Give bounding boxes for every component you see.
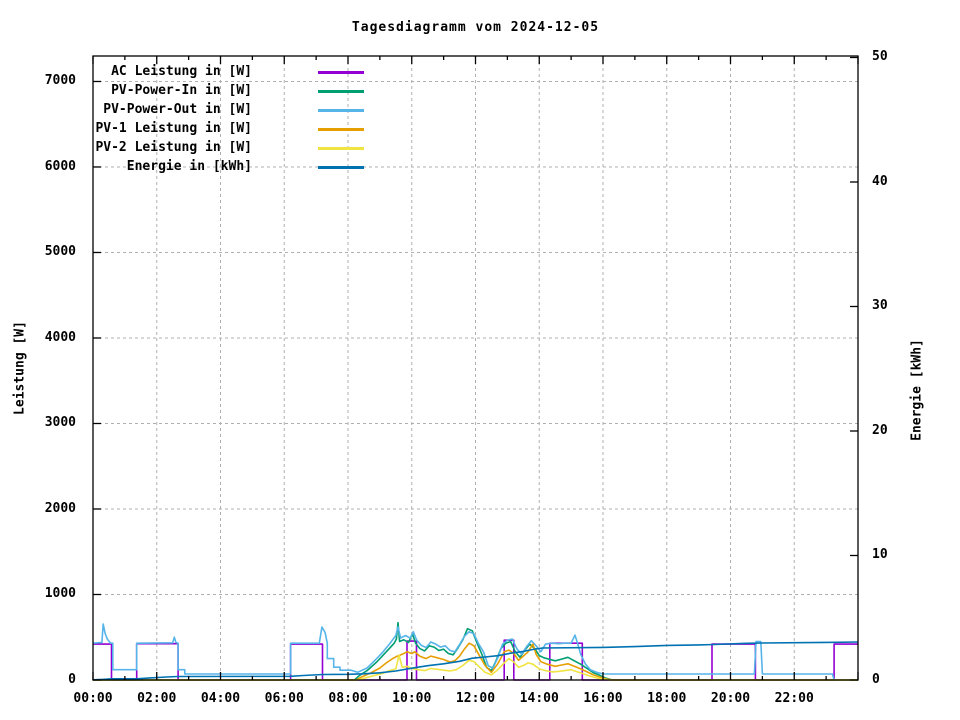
left-tick-label: 0 xyxy=(68,672,76,687)
x-tick-label: 10:00 xyxy=(392,691,432,706)
legend-line-sample xyxy=(318,147,364,150)
right-tick-label: 50 xyxy=(872,49,888,65)
x-tick-label: 22:00 xyxy=(774,691,814,706)
left-tick-label: 5000 xyxy=(44,244,76,260)
legend-label: PV-Power-In in [W] xyxy=(111,83,252,98)
left-axis-title: Leistung [W] xyxy=(12,321,28,415)
tagesdiagramm-chart: Tagesdiagramm vom 2024-12-05 AC Leistung… xyxy=(0,0,960,720)
legend-line-sample xyxy=(318,109,364,112)
legend-label: AC Leistung in [W] xyxy=(111,64,252,79)
legend-label: PV-1 Leistung in [W] xyxy=(95,121,252,136)
legend-label: Energie in [kWh] xyxy=(126,159,252,174)
x-tick-label: 12:00 xyxy=(455,691,496,706)
right-axis-title: Energie [kWh] xyxy=(909,339,925,441)
x-tick-label: 06:00 xyxy=(264,691,304,706)
left-tick-label: 3000 xyxy=(44,415,76,431)
x-tick-label: 20:00 xyxy=(710,691,751,706)
right-tick-label: 40 xyxy=(872,173,888,189)
legend-label: PV-2 Leistung in [W] xyxy=(95,140,252,155)
legend-line-sample xyxy=(318,128,364,131)
right-tick-label: 30 xyxy=(872,298,888,314)
left-tick-label: 2000 xyxy=(44,500,76,516)
legend-row: AC Leistung in [W] xyxy=(92,62,382,81)
legend-row: PV-Power-Out in [W] xyxy=(92,100,382,119)
legend-row: PV-Power-In in [W] xyxy=(92,81,382,100)
legend-row: PV-1 Leistung in [W] xyxy=(92,119,382,138)
x-tick-label: 00:00 xyxy=(73,691,113,706)
x-tick-label: 08:00 xyxy=(328,691,368,706)
x-tick-label: 02:00 xyxy=(137,691,177,706)
x-tick-label: 18:00 xyxy=(647,691,687,706)
left-tick-label: 6000 xyxy=(44,158,76,174)
x-tick-label: 16:00 xyxy=(583,691,623,706)
right-tick-label: 10 xyxy=(872,547,888,563)
left-tick-label: 1000 xyxy=(44,586,76,602)
legend-label: PV-Power-Out in [W] xyxy=(103,102,252,117)
legend-line-sample xyxy=(318,166,364,169)
legend-line-sample xyxy=(318,71,364,74)
left-tick-label: 4000 xyxy=(44,329,76,345)
x-tick-label: 14:00 xyxy=(519,691,559,706)
legend-row: Energie in [kWh] xyxy=(92,157,382,176)
legend-line-sample xyxy=(318,90,364,93)
legend: AC Leistung in [W] PV-Power-In in [W] PV-P… xyxy=(92,62,382,176)
right-tick-label: 0 xyxy=(872,672,880,687)
left-tick-label: 7000 xyxy=(44,73,76,89)
legend-row: PV-2 Leistung in [W] xyxy=(92,138,382,157)
x-tick-label: 04:00 xyxy=(200,691,241,706)
